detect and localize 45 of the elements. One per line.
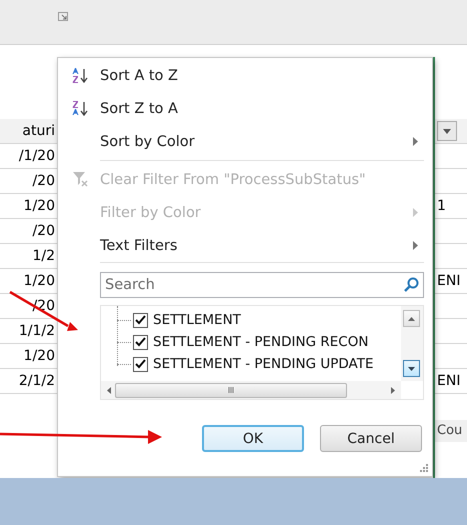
status-text: Cou: [437, 423, 462, 438]
resize-grip-icon[interactable]: [419, 463, 429, 473]
table-cell-text: /20: [32, 222, 55, 241]
table-cell-text: 1/20: [24, 272, 55, 291]
checkbox[interactable]: [133, 356, 148, 372]
table-cell-text: ENI: [437, 372, 460, 391]
caret-down-icon: [442, 127, 452, 135]
table-cell-text: 1/2: [32, 247, 55, 266]
dialog-button[interactable]: Cancel: [320, 425, 422, 452]
submenu-arrow-icon: [412, 207, 419, 218]
scroll-left-icon[interactable]: [107, 386, 111, 394]
value-label[interactable]: SETTLEMENT: [153, 312, 241, 328]
dialog-button[interactable]: OK: [202, 425, 304, 452]
table-cell-text: 1: [437, 197, 446, 216]
scroll-up-button[interactable]: [403, 310, 420, 327]
search-field[interactable]: Search: [100, 272, 424, 298]
table-cell-text: 1/20: [24, 197, 55, 216]
table-cell-text: 1/20: [24, 347, 55, 366]
column-header: aturi: [22, 122, 55, 141]
submenu-arrow-icon: [412, 240, 419, 251]
table-cell-text: 2/1/2: [18, 372, 55, 391]
caret-down-icon: [408, 366, 415, 370]
table-cell-text: /20: [32, 172, 55, 191]
table-cell-text: ENI: [437, 272, 460, 291]
value-label[interactable]: SETTLEMENT - PENDING RECON: [153, 334, 368, 350]
menu-item[interactable]: Sort Z to A: [60, 92, 424, 125]
menu-item[interactable]: Sort by Color: [60, 125, 424, 158]
filter-dropdown-button[interactable]: [437, 121, 457, 141]
sort-ascending-icon: [72, 68, 88, 84]
value-label[interactable]: SETTLEMENT - PENDING UPDATE: [153, 356, 374, 372]
table-cell-text: /1/20: [18, 147, 55, 166]
menu-item[interactable]: Sort A to Z: [60, 59, 424, 92]
dialog-launcher-icon[interactable]: [58, 12, 68, 21]
scroll-right-icon[interactable]: [391, 386, 395, 394]
clear-filter-icon: [72, 172, 88, 187]
checkbox[interactable]: [133, 334, 148, 350]
checkbox[interactable]: [133, 312, 148, 328]
table-cell-text: 1/1/2: [18, 322, 55, 341]
search-icon: [403, 277, 419, 293]
scroll-down-button[interactable]: [403, 360, 420, 377]
caret-up-icon: [408, 316, 415, 320]
submenu-arrow-icon: [412, 136, 419, 147]
menu-item[interactable]: Text Filters: [60, 229, 424, 262]
sort-descending-icon: [72, 101, 88, 116]
scrollbar-thumb[interactable]: [115, 382, 347, 398]
